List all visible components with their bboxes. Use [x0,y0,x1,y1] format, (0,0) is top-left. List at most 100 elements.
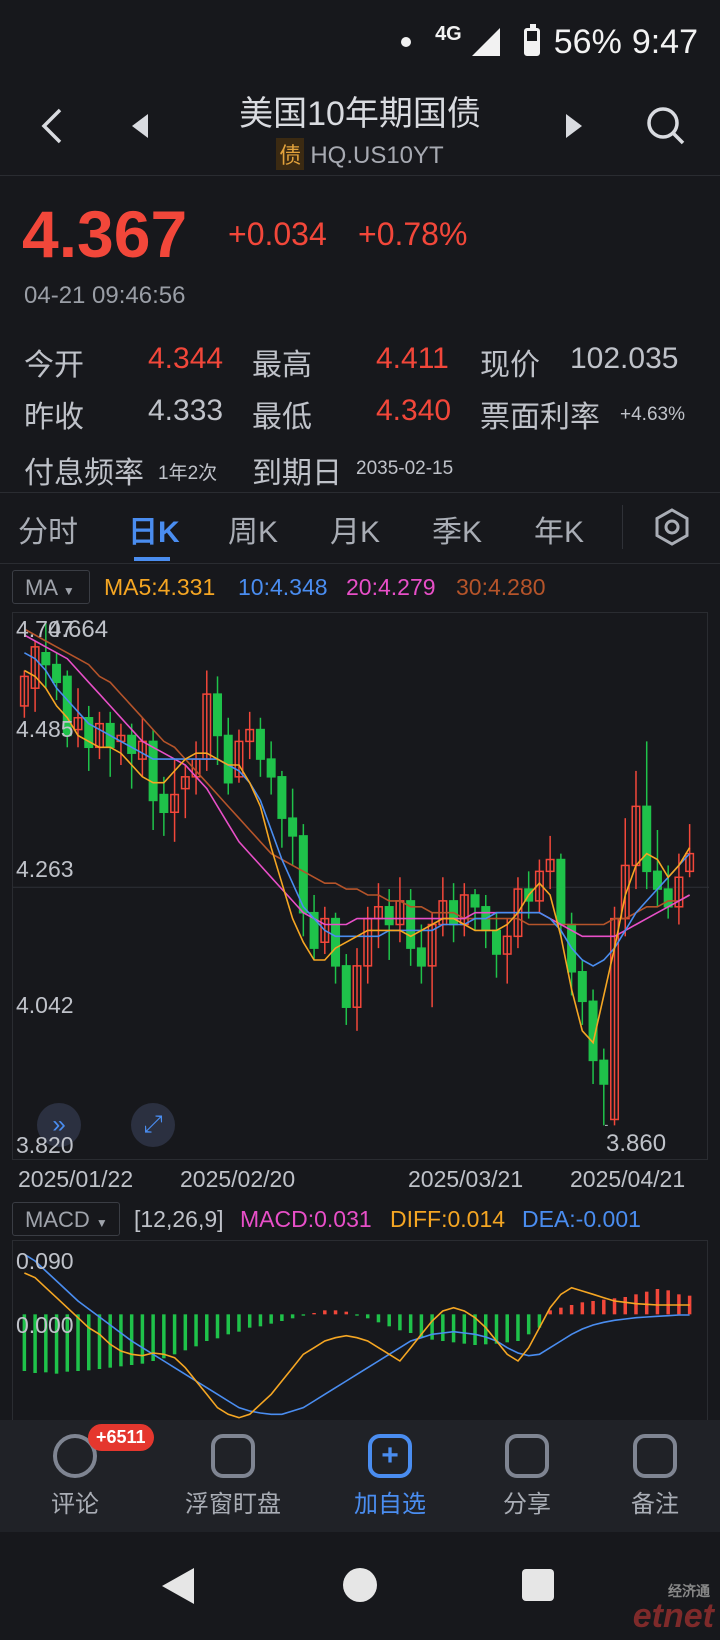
candle [84,705,94,771]
ma30-line [24,628,690,926]
candlestick-svg [13,623,709,1126]
tab-daily-k[interactable]: 日K [128,507,180,551]
macd-chart[interactable] [12,1240,708,1420]
candle [52,652,62,701]
y-tick-label: 4.263 [16,856,74,882]
open-label: 今开 [24,349,84,382]
macd-selector-label: MACD [25,1207,90,1232]
candle [545,835,555,890]
tab-yearly-k[interactable]: 年K [534,507,584,551]
candle [202,670,212,771]
candle [19,670,29,718]
macd_dea-line [23,1253,690,1416]
ma5-value: MA5:4.331 [104,574,216,600]
page-title: 美国10年期国债 [239,95,481,133]
share-button[interactable]: 分享 [462,1434,592,1519]
caret-down-icon: ▼ [95,1216,108,1230]
y-tick-label: 3.820 [16,1132,74,1158]
candle [642,741,652,890]
current-price-value: 102.035 [570,342,679,375]
ma20-value: 20:4.279 [346,574,436,600]
freq-value: 1年2次 [158,463,218,484]
tab-quarterly-k[interactable]: 季K [432,507,482,551]
macd-svg [22,1253,692,1419]
candle [116,723,126,766]
max-price-label: 4.664 [48,616,109,643]
x-tick-label: 2025/02/20 [180,1166,296,1192]
etnet-watermark: 经济通 etnet [633,1583,714,1636]
note-button[interactable]: 备注 [590,1434,720,1519]
clock: 9:47 [631,22,698,61]
share-icon [505,1434,549,1478]
add-watchlist-icon: + [368,1434,412,1478]
candle [599,1048,609,1126]
search-button[interactable] [646,106,686,153]
chart-settings-button[interactable] [652,507,692,547]
macd-legend: MACD ▼ [12,26,9] MACD:0.031 DIFF:0.014 D… [0,1198,720,1242]
y-tick-label: 4.042 [16,992,74,1018]
code-text: HQ.US10YT [310,142,444,169]
maturity-value: 2035-02-15 [356,458,454,479]
candle [298,824,308,937]
macd-y-label: 0.090 [16,1248,74,1274]
search-icon [647,107,685,145]
bottom-action-bar: 评论 +6511 浮窗盯盘 + 加自选 分享 备注 [0,1420,720,1532]
candle [309,894,319,960]
candle [502,918,512,984]
comment-button[interactable]: 评论 +6511 [10,1424,154,1519]
comment-label: 评论 [51,1491,99,1518]
fullscreen-button[interactable]: ⤢ [131,1103,175,1147]
candle [137,717,147,777]
candle [406,889,416,966]
system-home-icon[interactable] [343,1568,377,1602]
candle [610,906,620,1126]
ma20-line [24,634,690,938]
dea-value: DEA:-0.001 [522,1206,641,1232]
next-instrument-button[interactable] [564,106,584,153]
maturity-label: 到期日 [252,457,342,490]
macd_diff-line [24,1272,690,1419]
triangle-right-icon [566,114,582,138]
candlestick-chart[interactable]: » ⤢ [12,612,709,1160]
add-watchlist-button[interactable]: + 加自选 [325,1434,455,1519]
candle [223,717,233,795]
candle [213,676,223,766]
ma30-value: 30:4.280 [456,574,546,600]
candle [288,788,298,866]
indicator-selector[interactable]: MA ▼ [12,570,90,604]
tab-weekly-k[interactable]: 周K [228,507,278,551]
macd-value: MACD:0.031 [240,1206,372,1232]
prev-close-label: 昨收 [24,401,84,434]
prev-close-value: 4.333 [148,394,224,427]
macd-selector[interactable]: MACD ▼ [12,1202,120,1236]
open-value: 4.344 [148,342,224,375]
candle [352,948,362,1031]
system-recents-icon[interactable] [522,1569,554,1601]
note-label: 备注 [631,1491,679,1518]
freq-label: 付息频率 [24,457,144,490]
instrument-code: 债 HQ.US10YT [0,138,720,170]
candle [652,829,662,907]
tab-monthly-k[interactable]: 月K [330,507,380,551]
ma10-value: 10:4.348 [238,574,328,600]
add-watchlist-label: 加自选 [354,1491,426,1518]
candle [341,954,351,1025]
candle [459,883,469,937]
candle [577,959,587,1025]
candle [105,711,115,777]
macd-params: [12,26,9] [134,1206,224,1232]
status-bar: 4G 56% 9:47 [0,0,720,84]
tab-intraday[interactable]: 分时 [18,507,78,551]
signal-icon [471,28,500,56]
candle [427,912,437,1008]
share-label: 分享 [503,1491,551,1518]
candle [266,741,276,795]
min-price-label: 3.860 [606,1130,667,1157]
floating-window-button[interactable]: 浮窗盯盘 [168,1434,298,1519]
candle [491,912,501,978]
battery-level: 56% [553,22,622,61]
candle [588,989,598,1085]
low-value: 4.340 [376,394,452,427]
system-back-icon[interactable] [162,1568,194,1604]
period-tabs: 分时 日K 周K 月K 季K 年K [0,492,720,564]
